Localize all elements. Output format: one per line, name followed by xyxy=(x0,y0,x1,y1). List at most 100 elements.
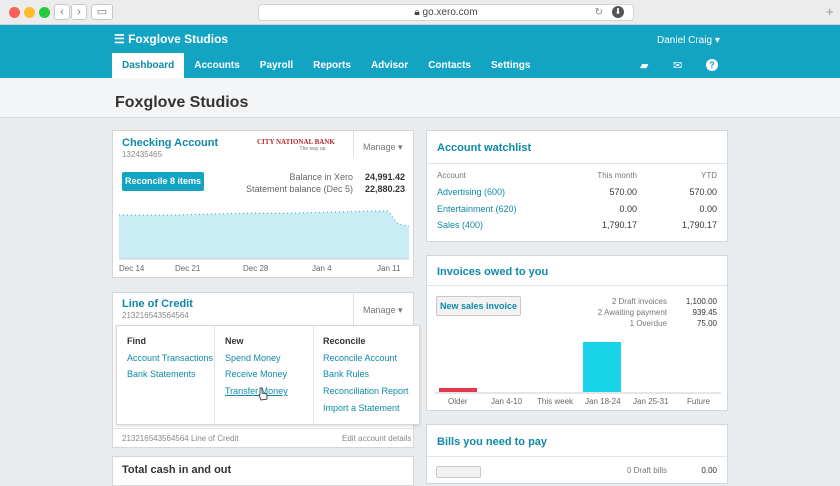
watchlist-account-link[interactable]: Advertising (600) xyxy=(437,187,505,197)
watchlist-header-ytd: YTD xyxy=(701,171,717,180)
bank-logo: CITY NATIONAL BANK The way up. xyxy=(257,138,335,152)
bank-rules-link[interactable]: Bank Rules xyxy=(323,369,369,379)
address-bar[interactable]: 🔒︎ go.xero.com ↻ xyxy=(258,4,634,21)
watchlist-account-link[interactable]: Sales (400) xyxy=(437,220,483,230)
chart-x-label: Jan 4 xyxy=(312,264,332,273)
browser-toolbar: ‹ › ▭ 🔒︎ go.xero.com ↻ ⬇ + xyxy=(0,0,840,25)
chart-x-label: Dec 21 xyxy=(175,264,201,273)
url-text: go.xero.com xyxy=(422,7,478,18)
new-tab-icon[interactable]: + xyxy=(826,4,834,19)
loc-manage-menu[interactable]: Manage ▾ xyxy=(363,305,403,316)
receive-money-link[interactable]: Receive Money xyxy=(225,369,287,379)
import-statement-link[interactable]: Import a Statement xyxy=(323,403,400,413)
watchlist-header-account: Account xyxy=(437,171,466,180)
invoices-owed-card: Invoices owed to you New sales invoice 2… xyxy=(426,255,728,411)
help-icon[interactable]: ? xyxy=(706,59,718,71)
bills-title: Bills you need to pay xyxy=(437,436,548,448)
bar-label: This week xyxy=(537,397,574,406)
invoices-bar-chart xyxy=(435,342,721,394)
balance-xero-label: Balance in Xero xyxy=(289,172,353,182)
account-watchlist-card: Account watchlist Account This month YTD… xyxy=(426,130,728,242)
watchlist-month-value: 0.00 xyxy=(619,204,637,214)
watchlist-header-month: This month xyxy=(597,171,637,180)
spend-money-link[interactable]: Spend Money xyxy=(225,353,281,363)
line-of-credit-number: 213216543564564 xyxy=(122,311,189,320)
reconcile-account-link[interactable]: Reconcile Account xyxy=(323,353,397,363)
total-cash-card: Total cash in and out xyxy=(112,456,414,486)
files-icon[interactable]: ▰ xyxy=(640,59,648,72)
chart-x-label: Jan 11 xyxy=(377,264,401,273)
page-title: Foxglove Studios xyxy=(115,94,249,111)
find-header: Find xyxy=(127,336,146,346)
bar-label: Future xyxy=(687,397,711,406)
new-header: New xyxy=(225,336,244,346)
reconcile-header: Reconcile xyxy=(323,336,366,346)
chart-x-label: Dec 14 xyxy=(119,264,145,273)
invoices-title: Invoices owed to you xyxy=(437,266,549,278)
awaiting-payment-value: 939.45 xyxy=(692,308,717,317)
nav-settings[interactable]: Settings xyxy=(481,53,540,78)
new-sales-invoice-button[interactable]: New sales invoice xyxy=(436,296,521,316)
watchlist-account-link[interactable]: Entertainment (620) xyxy=(437,204,517,214)
mail-icon[interactable]: ✉ xyxy=(673,59,682,72)
reload-icon[interactable]: ↻ xyxy=(595,5,603,20)
overdue-label[interactable]: 1 Overdue xyxy=(577,319,667,328)
pointer-cursor-icon xyxy=(258,387,268,401)
draft-bills-label[interactable]: 0 Draft bills xyxy=(577,466,667,475)
edit-account-details-link[interactable]: Edit account details xyxy=(342,434,411,443)
user-menu[interactable]: Daniel Craig ▾ xyxy=(657,35,720,46)
bills-card: Bills you need to pay 0 Draft bills 0.00 xyxy=(426,424,728,484)
checking-account-title[interactable]: Checking Account xyxy=(122,137,218,149)
balance-xero-value: 24,991.42 xyxy=(364,172,405,182)
bar-label: Jan 4-10 xyxy=(491,397,523,406)
checking-manage-menu[interactable]: Manage ▾ xyxy=(363,142,403,153)
nav-advisor[interactable]: Advisor xyxy=(361,53,418,78)
bar-label: Older xyxy=(448,397,468,406)
nav-accounts[interactable]: Accounts xyxy=(184,53,250,78)
watchlist-month-value: 1,790.17 xyxy=(601,220,637,230)
nav-payroll[interactable]: Payroll xyxy=(250,53,303,78)
draft-invoices-label[interactable]: 2 Draft invoices xyxy=(577,297,667,306)
forward-icon[interactable]: › xyxy=(71,4,87,20)
watchlist-month-value: 570.00 xyxy=(609,187,637,197)
bar-older[interactable] xyxy=(439,388,477,392)
reconciliation-report-link[interactable]: Reconciliation Report xyxy=(323,386,409,396)
line-of-credit-card: Line of Credit 213216543564564 Manage ▾ … xyxy=(112,292,420,448)
back-icon[interactable]: ‹ xyxy=(54,4,70,20)
checking-account-card: Checking Account 132435465 CITY NATIONAL… xyxy=(112,130,414,278)
draft-bills-value: 0.00 xyxy=(701,466,717,475)
zoom-window-button[interactable] xyxy=(39,7,50,18)
awaiting-payment-label[interactable]: 2 Awaiting payment xyxy=(577,308,667,317)
download-icon[interactable]: ⬇ xyxy=(612,6,624,18)
watchlist-ytd-value: 0.00 xyxy=(699,204,717,214)
balance-chart xyxy=(119,210,410,260)
reconcile-items-button[interactable]: Reconcile 8 items xyxy=(122,172,204,191)
bank-statements-link[interactable]: Bank Statements xyxy=(127,369,196,379)
statement-balance-value: 22,880.23 xyxy=(364,184,405,194)
overdue-value: 75.00 xyxy=(696,319,717,328)
checking-account-number: 132435465 xyxy=(122,150,163,159)
nav-reports[interactable]: Reports xyxy=(303,53,361,78)
loc-footer-account: 213216543564564 Line of Credit xyxy=(122,434,239,443)
bar-jan-18-24[interactable] xyxy=(583,342,621,392)
chart-x-label: Dec 28 xyxy=(243,264,269,273)
bar-label: Jan 18-24 xyxy=(585,397,621,406)
minimize-window-button[interactable] xyxy=(24,7,35,18)
nav-contacts[interactable]: Contacts xyxy=(418,53,481,78)
total-cash-title: Total cash in and out xyxy=(122,464,232,476)
watchlist-ytd-value: 570.00 xyxy=(689,187,717,197)
org-switcher[interactable]: ☰ Foxglove Studios xyxy=(114,32,228,46)
chevron-down-icon: ▾ xyxy=(714,35,720,46)
lock-icon: 🔒︎ xyxy=(414,7,423,18)
main-nav: Dashboard Accounts Payroll Reports Advis… xyxy=(112,53,540,78)
new-bill-button[interactable] xyxy=(436,466,481,478)
statement-balance-label: Statement balance (Dec 5) xyxy=(245,184,353,194)
account-transactions-link[interactable]: Account Transactions xyxy=(127,353,213,363)
line-of-credit-title[interactable]: Line of Credit xyxy=(122,298,193,310)
nav-dashboard[interactable]: Dashboard xyxy=(112,53,185,78)
manage-dropdown: Find Account Transactions Bank Statement… xyxy=(116,325,420,426)
sidebar-icon[interactable]: ▭ xyxy=(91,4,113,20)
watchlist-title: Account watchlist xyxy=(437,142,532,154)
close-window-button[interactable] xyxy=(9,7,20,18)
watchlist-ytd-value: 1,790.17 xyxy=(681,220,717,230)
